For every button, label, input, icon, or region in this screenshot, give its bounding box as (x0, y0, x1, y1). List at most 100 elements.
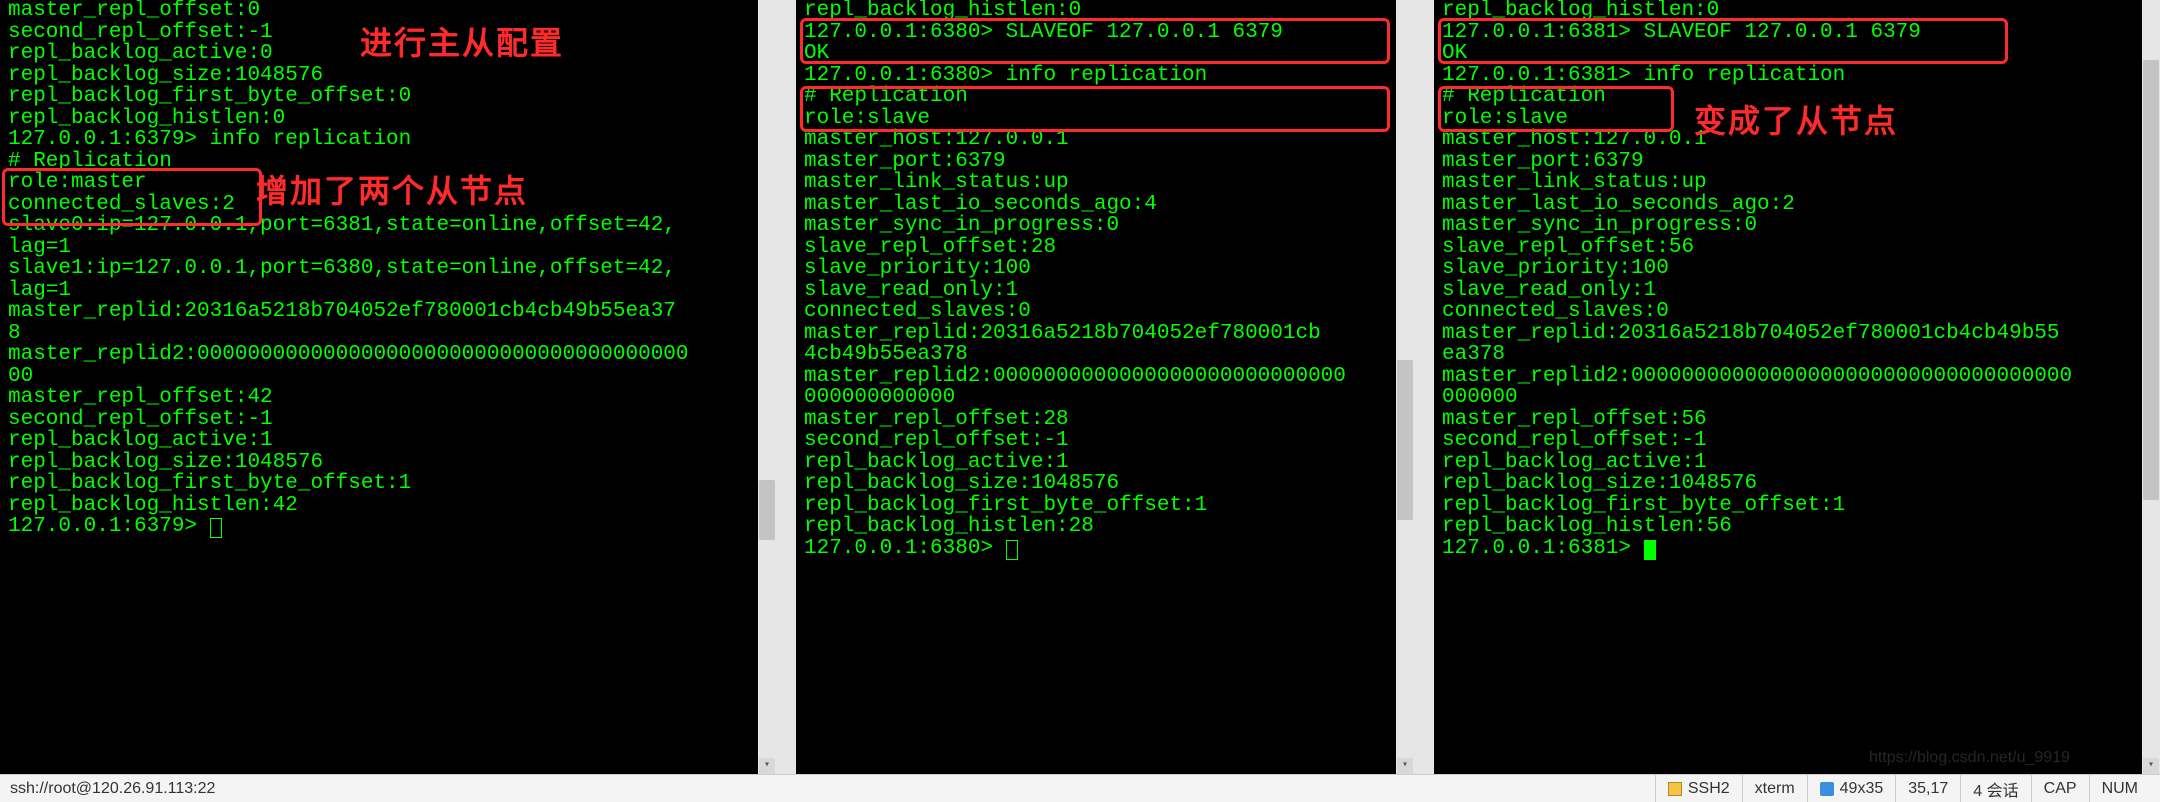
term-line: master_last_io_seconds_ago:2 (1434, 194, 2160, 216)
term-line: slave_repl_offset:28 (796, 237, 1414, 259)
prompt-line[interactable]: 127.0.0.1:6381> (1434, 538, 2160, 560)
scrollbar-thumb[interactable] (1397, 360, 1413, 520)
status-sessions: 4 会话 (1960, 775, 2030, 802)
term-line: repl_backlog_active:1 (1434, 452, 2160, 474)
term-line: master_replid:20316a5218b704052ef780001c… (796, 323, 1414, 345)
term-line: master_host:127.0.0.1 (1434, 129, 2160, 151)
term-line: second_repl_offset:-1 (0, 409, 776, 431)
term-line: 00 (0, 366, 776, 388)
term-line: connected_slaves:0 (1434, 301, 2160, 323)
term-line: master_replid2:0000000000000000000000000… (796, 366, 1414, 388)
terminal-pane-middle[interactable]: repl_backlog_histlen:0 127.0.0.1:6380> S… (796, 0, 1414, 774)
term-line: repl_backlog_histlen:0 (0, 108, 776, 130)
terminal-pane-right[interactable]: repl_backlog_histlen:0 127.0.0.1:6381> S… (1434, 0, 2160, 774)
term-line: second_repl_offset:-1 (0, 22, 776, 44)
term-line: repl_backlog_size:1048576 (1434, 473, 2160, 495)
term-line: slave0:ip=127.0.0.1,port=6381,state=onli… (0, 215, 776, 237)
term-line: repl_backlog_histlen:0 (1434, 0, 2160, 22)
term-line: repl_backlog_first_byte_offset:1 (796, 495, 1414, 517)
term-line: repl_backlog_first_byte_offset:1 (1434, 495, 2160, 517)
term-line: second_repl_offset:-1 (1434, 430, 2160, 452)
scrollbar[interactable]: ▾ (758, 0, 776, 774)
term-line: 000000000000 (796, 387, 1414, 409)
term-line: slave_read_only:1 (1434, 280, 2160, 302)
term-line: slave_priority:100 (1434, 258, 2160, 280)
term-line: 127.0.0.1:6380> SLAVEOF 127.0.0.1 6379 (796, 22, 1414, 44)
term-line: repl_backlog_histlen:42 (0, 495, 776, 517)
term-line: OK (1434, 43, 2160, 65)
term-line: master_last_io_seconds_ago:4 (796, 194, 1414, 216)
term-line: master_replid:20316a5218b704052ef780001c… (0, 301, 776, 323)
term-line: lag=1 (0, 237, 776, 259)
status-caps: CAP (2031, 775, 2089, 802)
prompt-line[interactable]: 127.0.0.1:6380> (796, 538, 1414, 560)
scrollbar-thumb[interactable] (2143, 60, 2159, 500)
term-line: 000000 (1434, 387, 2160, 409)
status-connection: ssh://root@120.26.91.113:22 (10, 780, 1655, 798)
term-line: master_sync_in_progress:0 (796, 215, 1414, 237)
term-line: repl_backlog_first_byte_offset:1 (0, 473, 776, 495)
term-line: 127.0.0.1:6381> info replication (1434, 65, 2160, 87)
term-line: master_port:6379 (1434, 151, 2160, 173)
term-line: # Replication (796, 86, 1414, 108)
cursor-icon (1006, 540, 1018, 560)
terminal-pane-left[interactable]: master_repl_offset:0 second_repl_offset:… (0, 0, 776, 774)
term-line: lag=1 (0, 280, 776, 302)
term-line: # Replication (1434, 86, 2160, 108)
term-line: master_repl_offset:42 (0, 387, 776, 409)
term-line: master_repl_offset:0 (0, 0, 776, 22)
terminal-panes: master_repl_offset:0 second_repl_offset:… (0, 0, 2160, 774)
term-line: master_host:127.0.0.1 (796, 129, 1414, 151)
status-bar: ssh://root@120.26.91.113:22 SSH2 xterm 4… (0, 774, 2160, 802)
term-line: repl_backlog_first_byte_offset:0 (0, 86, 776, 108)
scroll-down-icon[interactable]: ▾ (1397, 758, 1413, 774)
term-line: role:slave (1434, 108, 2160, 130)
term-line: connected_slaves:0 (796, 301, 1414, 323)
term-line: second_repl_offset:-1 (796, 430, 1414, 452)
term-line: 127.0.0.1:6380> info replication (796, 65, 1414, 87)
term-line: master_repl_offset:56 (1434, 409, 2160, 431)
status-cursor-pos: 35,17 (1895, 775, 1960, 802)
pane-divider[interactable] (1414, 0, 1434, 774)
scroll-down-icon[interactable]: ▾ (759, 758, 775, 774)
term-line: connected_slaves:2 (0, 194, 776, 216)
status-num: NUM (2089, 775, 2150, 802)
term-line: master_replid2:0000000000000000000000000… (0, 344, 776, 366)
term-line: repl_backlog_active:0 (0, 43, 776, 65)
term-line: 127.0.0.1:6381> SLAVEOF 127.0.0.1 6379 (1434, 22, 2160, 44)
term-line: repl_backlog_histlen:28 (796, 516, 1414, 538)
status-term-type: xterm (1742, 775, 1807, 802)
term-line: role:master (0, 172, 776, 194)
term-line: # Replication (0, 151, 776, 173)
term-line: repl_backlog_size:1048576 (0, 65, 776, 87)
term-line: master_link_status:up (796, 172, 1414, 194)
term-line: repl_backlog_histlen:0 (796, 0, 1414, 22)
term-line: 4cb49b55ea378 (796, 344, 1414, 366)
scrollbar[interactable]: ▾ (1396, 0, 1414, 774)
term-line: slave_repl_offset:56 (1434, 237, 2160, 259)
term-line: 8 (0, 323, 776, 345)
status-dimensions: 49x35 (1807, 775, 1896, 802)
term-line: repl_backlog_active:1 (796, 452, 1414, 474)
term-line: slave_priority:100 (796, 258, 1414, 280)
scrollbar-thumb[interactable] (759, 480, 775, 540)
term-line: OK (796, 43, 1414, 65)
term-line: master_sync_in_progress:0 (1434, 215, 2160, 237)
pane-divider[interactable] (776, 0, 796, 774)
cursor-icon (1644, 540, 1656, 560)
term-line: master_replid2:0000000000000000000000000… (1434, 366, 2160, 388)
term-line: repl_backlog_active:1 (0, 430, 776, 452)
scrollbar[interactable]: ▾ (2142, 0, 2160, 774)
term-line: slave1:ip=127.0.0.1,port=6380,state=onli… (0, 258, 776, 280)
term-line: master_replid:20316a5218b704052ef780001c… (1434, 323, 2160, 345)
term-line: master_link_status:up (1434, 172, 2160, 194)
prompt-line[interactable]: 127.0.0.1:6379> (0, 516, 776, 538)
term-line: master_repl_offset:28 (796, 409, 1414, 431)
scroll-down-icon[interactable]: ▾ (2143, 758, 2159, 774)
term-line: 127.0.0.1:6379> info replication (0, 129, 776, 151)
term-line: ea378 (1434, 344, 2160, 366)
grid-icon (1820, 782, 1834, 796)
term-line: master_port:6379 (796, 151, 1414, 173)
term-line: repl_backlog_histlen:56 (1434, 516, 2160, 538)
term-line: repl_backlog_size:1048576 (0, 452, 776, 474)
